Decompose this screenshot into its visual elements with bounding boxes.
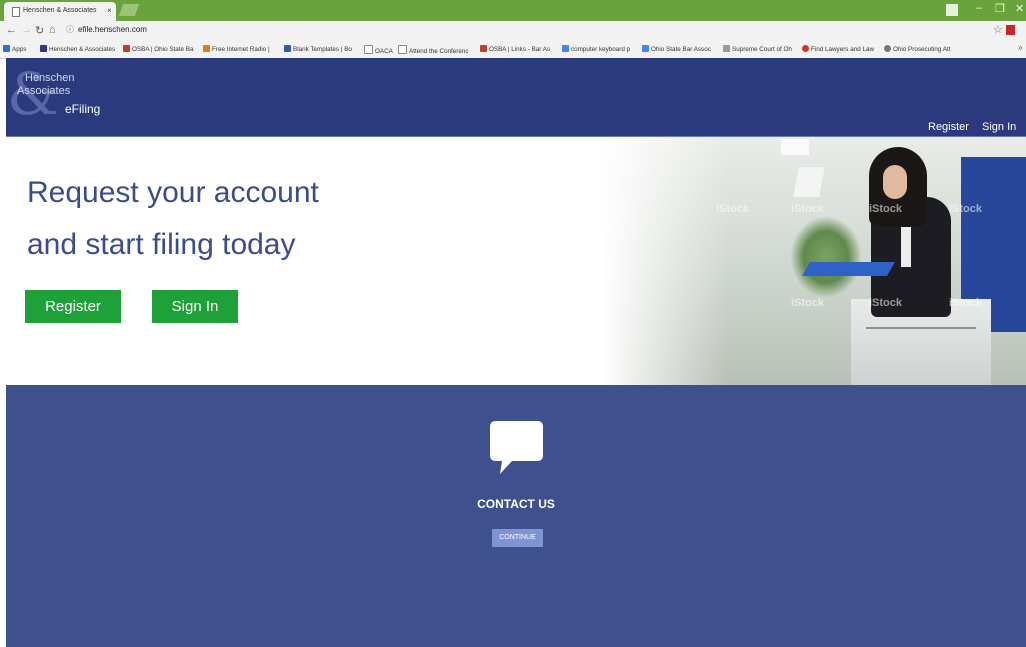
bookmark-item[interactable]: Free Internet Radio | xyxy=(203,45,270,53)
browser-tab-strip: Henschen & Associates × – ❐ ✕ xyxy=(0,0,1026,21)
maximize-icon[interactable]: ❐ xyxy=(995,2,1005,15)
address-bar-row: ← → ↻ ⌂ ⓘ efile.henschen.com ☆ xyxy=(0,21,1026,40)
bookmark-item[interactable]: OSBA | Links - Bar As xyxy=(480,45,550,53)
watermark: iStock xyxy=(791,203,825,215)
site-header: & Henschen Associates eFiling Register S… xyxy=(6,58,1026,138)
bookmark-item[interactable]: OSBA | Ohio State Ba xyxy=(123,45,194,53)
hero-photo: iStock iStock iStock iStock iStock iStoc… xyxy=(601,137,1026,385)
bookmark-item[interactable]: Henschen & Associates xyxy=(40,45,115,53)
close-window-icon[interactable]: ✕ xyxy=(1015,2,1024,15)
pdf-extension-icon[interactable] xyxy=(1006,25,1015,35)
hero-section: iStock iStock iStock iStock iStock iStoc… xyxy=(6,137,1026,385)
tab-title: Henschen & Associates xyxy=(23,7,97,14)
forward-icon[interactable]: → xyxy=(21,24,32,36)
watermark: iStock xyxy=(949,297,983,309)
bookmark-star-icon[interactable]: ☆ xyxy=(993,23,1003,36)
url-text: efile.henschen.com xyxy=(78,25,147,34)
page-icon xyxy=(12,7,20,17)
bookmark-item[interactable]: Supreme Court of Oh xyxy=(723,45,792,53)
site-icon xyxy=(123,45,130,52)
site-icon xyxy=(203,45,210,52)
new-tab-button[interactable] xyxy=(118,4,140,16)
browser-tab[interactable]: Henschen & Associates × xyxy=(4,2,116,21)
bookmark-item[interactable]: OACA xyxy=(364,45,393,55)
watermark: iStock xyxy=(869,203,903,215)
user-profile-icon[interactable] xyxy=(946,4,958,16)
bookmark-item[interactable]: Find Lawyers and Law xyxy=(802,45,874,53)
bookmark-item[interactable]: Blank Templates | Bo xyxy=(284,45,352,53)
google-icon xyxy=(562,45,569,52)
google-icon xyxy=(642,45,649,52)
watermark: iStock xyxy=(949,203,983,215)
bookmark-item[interactable]: computer keyboard p xyxy=(562,45,630,53)
page-icon xyxy=(398,45,407,54)
contact-section: CONTACT US CONTINUE xyxy=(6,385,1026,647)
bookmark-item[interactable]: Ohio Prosecuting Att xyxy=(884,45,950,53)
site-icon xyxy=(723,45,730,52)
hero-title-line-2: and start filing today xyxy=(27,228,296,261)
site-icon xyxy=(802,45,809,52)
bookmark-item[interactable]: Ohio State Bar Assoc xyxy=(642,45,711,53)
site-icon xyxy=(40,45,47,52)
logo-line-2: Associates xyxy=(17,85,71,97)
bookmark-item[interactable]: Attend the Conferenc xyxy=(398,45,469,55)
contact-title: CONTACT US xyxy=(477,497,555,511)
hero-title-line-1: Request your account xyxy=(27,176,319,209)
logo-line-3: eFiling xyxy=(65,102,101,116)
reload-icon[interactable]: ↻ xyxy=(35,24,44,37)
continue-button[interactable]: CONTINUE xyxy=(492,529,543,547)
bookmark-item[interactable]: Apps xyxy=(3,45,26,53)
apps-icon xyxy=(3,45,10,52)
header-signin-link[interactable]: Sign In xyxy=(982,121,1016,133)
watermark: iStock xyxy=(716,203,750,215)
page-icon xyxy=(364,45,373,54)
header-register-link[interactable]: Register xyxy=(928,121,969,133)
logo-line-1: Henschen xyxy=(25,72,75,84)
minimize-icon[interactable]: – xyxy=(976,2,982,14)
bookmarks-bar: Apps Henschen & Associates OSBA | Ohio S… xyxy=(0,40,1026,59)
chat-bubble-icon xyxy=(490,421,543,474)
watermark: iStock xyxy=(791,297,825,309)
home-icon[interactable]: ⌂ xyxy=(49,24,56,36)
hero-register-button[interactable]: Register xyxy=(25,290,121,323)
site-icon xyxy=(884,45,891,52)
url-field[interactable]: ⓘ efile.henschen.com xyxy=(66,24,147,35)
tab-close-icon[interactable]: × xyxy=(107,6,112,15)
info-icon: ⓘ xyxy=(66,25,74,34)
watermark: iStock xyxy=(869,297,903,309)
back-icon[interactable]: ← xyxy=(6,24,17,36)
site-icon xyxy=(480,45,487,52)
hero-signin-button[interactable]: Sign In xyxy=(152,290,238,323)
site-icon xyxy=(284,45,291,52)
more-bookmarks-icon[interactable]: » xyxy=(1018,43,1022,52)
site-logo[interactable]: & Henschen Associates eFiling xyxy=(7,65,135,129)
